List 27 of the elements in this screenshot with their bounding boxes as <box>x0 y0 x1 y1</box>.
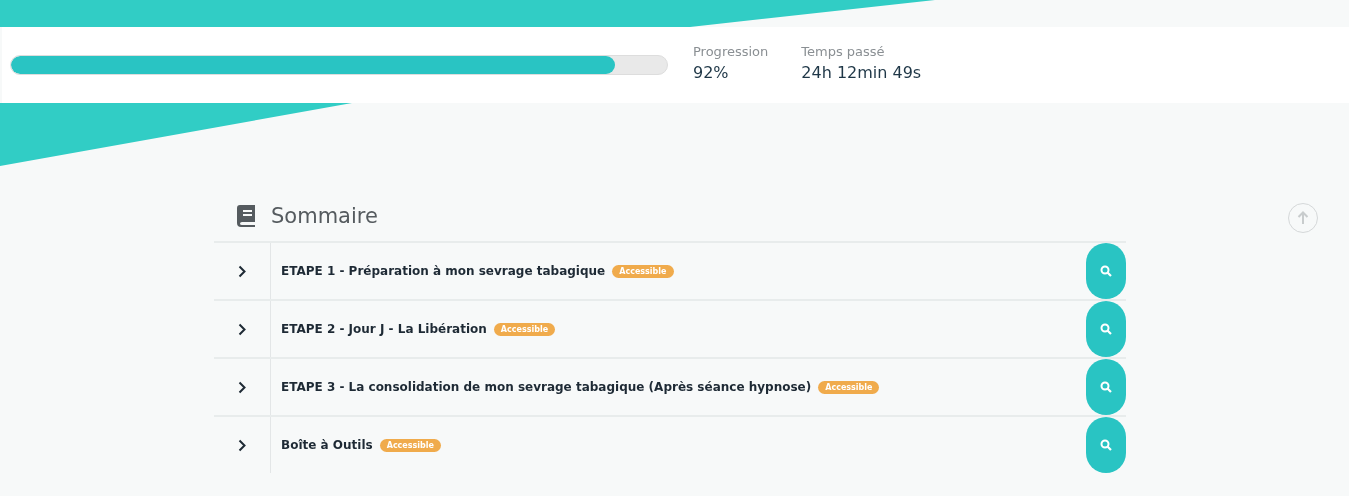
status-badge: Accessible <box>612 264 674 278</box>
search-icon <box>1100 323 1112 335</box>
search-icon <box>1100 381 1112 393</box>
chevron-icon[interactable] <box>238 264 246 278</box>
step-title[interactable]: ETAPE 2 - Jour J - La Libération <box>281 322 487 336</box>
step-title[interactable]: ETAPE 3 - La consolidation de mon sevrage tabagique (Après séance hypnose) <box>281 380 812 394</box>
search-button[interactable] <box>1086 301 1126 357</box>
search-button[interactable] <box>1086 359 1126 415</box>
step-title[interactable]: Boîte à Outils <box>281 438 373 452</box>
chevron-icon[interactable] <box>238 322 246 336</box>
stat-value: 92% <box>693 63 730 82</box>
arrow-up-icon <box>1297 211 1309 225</box>
book-icon <box>237 205 257 227</box>
stat-value: 24h 12min 49s <box>801 63 922 82</box>
stat-label: Temps passé <box>801 44 886 59</box>
chevron-icon[interactable] <box>238 380 246 394</box>
status-badge: Accessible <box>818 380 880 394</box>
status-badge: Accessible <box>493 322 556 336</box>
search-icon <box>1100 265 1112 277</box>
section-title: Sommaire <box>271 204 378 228</box>
search-icon <box>1100 439 1112 451</box>
status-badge: Accessible <box>379 438 441 452</box>
step-title[interactable]: ETAPE 1 - Préparation à mon sevrage tabagique <box>281 264 606 278</box>
stat-label: Progression <box>693 44 769 59</box>
search-button[interactable] <box>1086 417 1126 473</box>
chevron-icon[interactable] <box>238 438 246 452</box>
search-button[interactable] <box>1086 243 1126 299</box>
